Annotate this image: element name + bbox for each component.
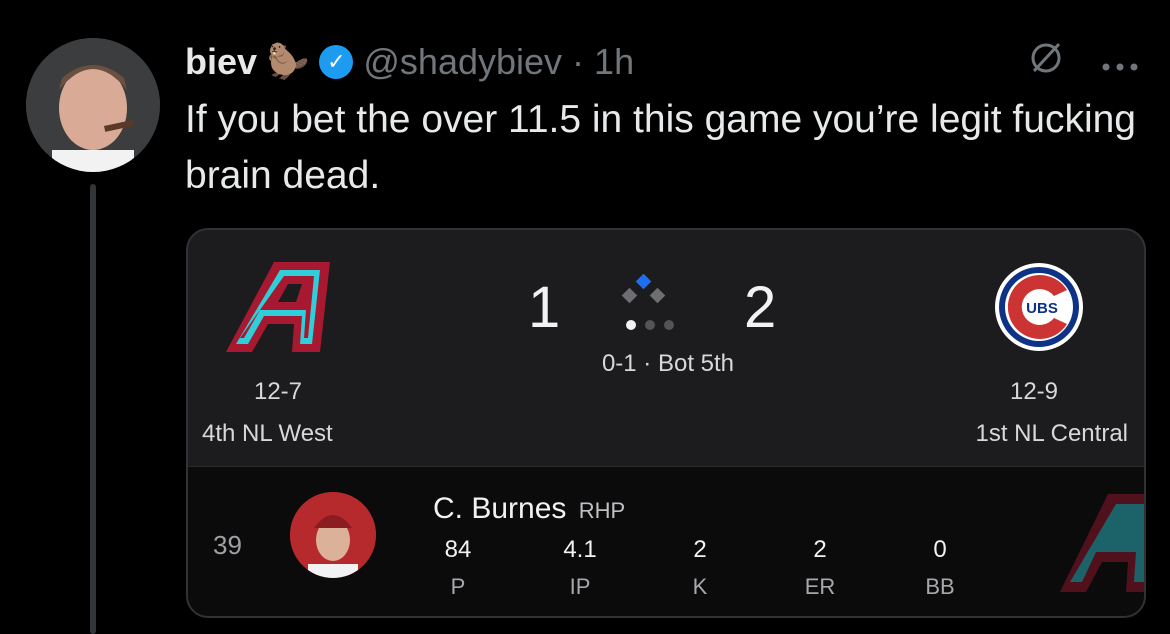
stat-label: P (450, 574, 466, 599)
stat-label: BB (925, 574, 955, 599)
away-standing: 4th NL West (202, 420, 333, 447)
grok-icon[interactable] (1026, 38, 1066, 87)
stat-value: 0 (933, 536, 947, 563)
game-card[interactable]: 1 2 0-1 · Bot 5th UBS 12-7 4th NL West 1… (186, 228, 1146, 618)
stat-label: K (692, 574, 708, 599)
avatar-image (26, 38, 160, 172)
header-actions (1026, 38, 1140, 87)
home-standing: 1st NL Central (975, 420, 1128, 447)
cubs-logo-icon: UBS (995, 263, 1083, 351)
team-watermark-icon (1056, 492, 1144, 607)
pitcher-position: RHP (578, 498, 626, 523)
stat-earned-runs: 2 ER (780, 536, 860, 600)
beaver-emoji: 🦫 (267, 43, 310, 81)
tweet-text: If you bet the over 11.5 in this game yo… (185, 98, 1136, 197)
pitcher-name: C. Burnes (433, 492, 567, 525)
third-base-icon (621, 287, 638, 304)
separator: · (572, 41, 585, 82)
out-dot-2 (645, 320, 655, 330)
stat-value: 84 (444, 536, 472, 563)
verified-badge-icon[interactable]: ✓ (319, 45, 354, 79)
timestamp[interactable]: 1h (594, 41, 634, 83)
stat-pitches: 84 P (418, 536, 498, 600)
first-base-icon (649, 287, 666, 304)
pitcher-name-row[interactable]: C. Burnes RHP (433, 492, 625, 526)
stat-walks: 0 BB (900, 536, 980, 600)
more-options-icon[interactable] (1100, 43, 1140, 82)
second-base-icon (635, 273, 652, 290)
home-score: 2 (744, 275, 777, 340)
pitcher-photo[interactable] (290, 492, 376, 578)
thread-line (90, 184, 96, 634)
out-dot-1 (626, 320, 636, 330)
outs-indicator (626, 320, 674, 330)
svg-text:UBS: UBS (1026, 300, 1058, 317)
stat-strikeouts: 2 K (660, 536, 740, 600)
home-record: 12-9 (1009, 378, 1059, 405)
pitcher-number: 39 (213, 530, 242, 560)
stat-value: 2 (693, 536, 707, 563)
handle[interactable]: @shadybiev (363, 41, 562, 83)
tweet-header: biev 🦫 ✓ @shadybiev · 1h (185, 38, 634, 86)
display-name[interactable]: biev (185, 41, 257, 83)
stat-value: 4.1 (563, 536, 597, 563)
pitcher-headshot (290, 492, 376, 578)
stat-label: IP (569, 574, 591, 599)
stat-innings: 4.1 IP (540, 536, 620, 600)
away-record: 12-7 (253, 378, 303, 405)
away-score: 1 (528, 275, 561, 340)
home-team-logo[interactable]: UBS (994, 262, 1084, 357)
author-avatar[interactable] (26, 38, 160, 172)
diamondbacks-logo-icon (226, 262, 330, 352)
stat-label: ER (804, 574, 836, 599)
away-team-logo[interactable] (222, 260, 332, 361)
out-dot-3 (664, 320, 674, 330)
game-status: 0-1 · Bot 5th (601, 350, 735, 377)
stat-value: 2 (813, 536, 827, 563)
